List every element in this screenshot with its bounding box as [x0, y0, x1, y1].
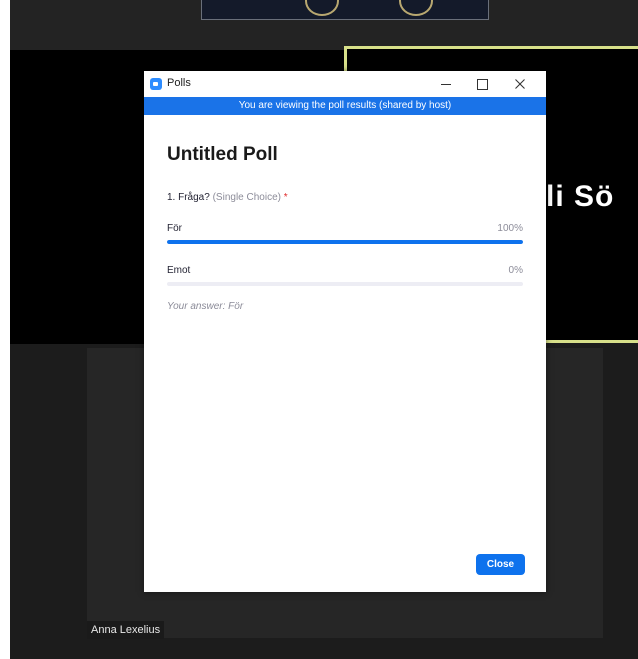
polls-window: Polls You are viewing the poll results (…	[144, 71, 546, 592]
close-button[interactable]: Close	[476, 554, 525, 575]
thumbnail-arc-right	[399, 0, 433, 16]
poll-question: 1. Fråga? (Single Choice) *	[167, 192, 288, 203]
top-thumbnail	[201, 0, 489, 20]
participant-name-label: Anna Lexelius	[87, 621, 165, 639]
close-icon	[515, 79, 525, 89]
screen: li Sö Anna Lexelius Polls You are viewin…	[0, 0, 638, 659]
window-titlebar[interactable]: Polls	[144, 71, 546, 97]
required-marker: *	[283, 192, 288, 203]
window-close-button[interactable]	[504, 73, 536, 95]
question-type: (Single Choice)	[212, 192, 281, 203]
minimize-icon	[441, 83, 451, 85]
shared-results-banner: You are viewing the poll results (shared…	[144, 97, 546, 115]
maximize-icon	[476, 78, 488, 90]
option-percent-for: 100%	[497, 223, 523, 234]
window-title: Polls	[167, 77, 191, 89]
option-label-for: För	[167, 223, 182, 234]
result-bar-track-for	[167, 240, 523, 244]
poll-title: Untitled Poll	[167, 144, 278, 165]
maximize-button[interactable]	[466, 73, 498, 95]
zoom-app-icon	[150, 78, 162, 90]
your-answer-text: Your answer: För	[167, 301, 244, 312]
minimize-button[interactable]	[430, 73, 462, 95]
result-bar-track-emot	[167, 282, 523, 286]
shared-screen-text: li Sö	[546, 180, 615, 213]
result-bar-fill-for	[167, 240, 523, 244]
thumbnail-arc-left	[305, 0, 339, 16]
option-label-emot: Emot	[167, 265, 191, 276]
option-percent-emot: 0%	[508, 265, 523, 276]
question-text: 1. Fråga?	[167, 192, 210, 203]
